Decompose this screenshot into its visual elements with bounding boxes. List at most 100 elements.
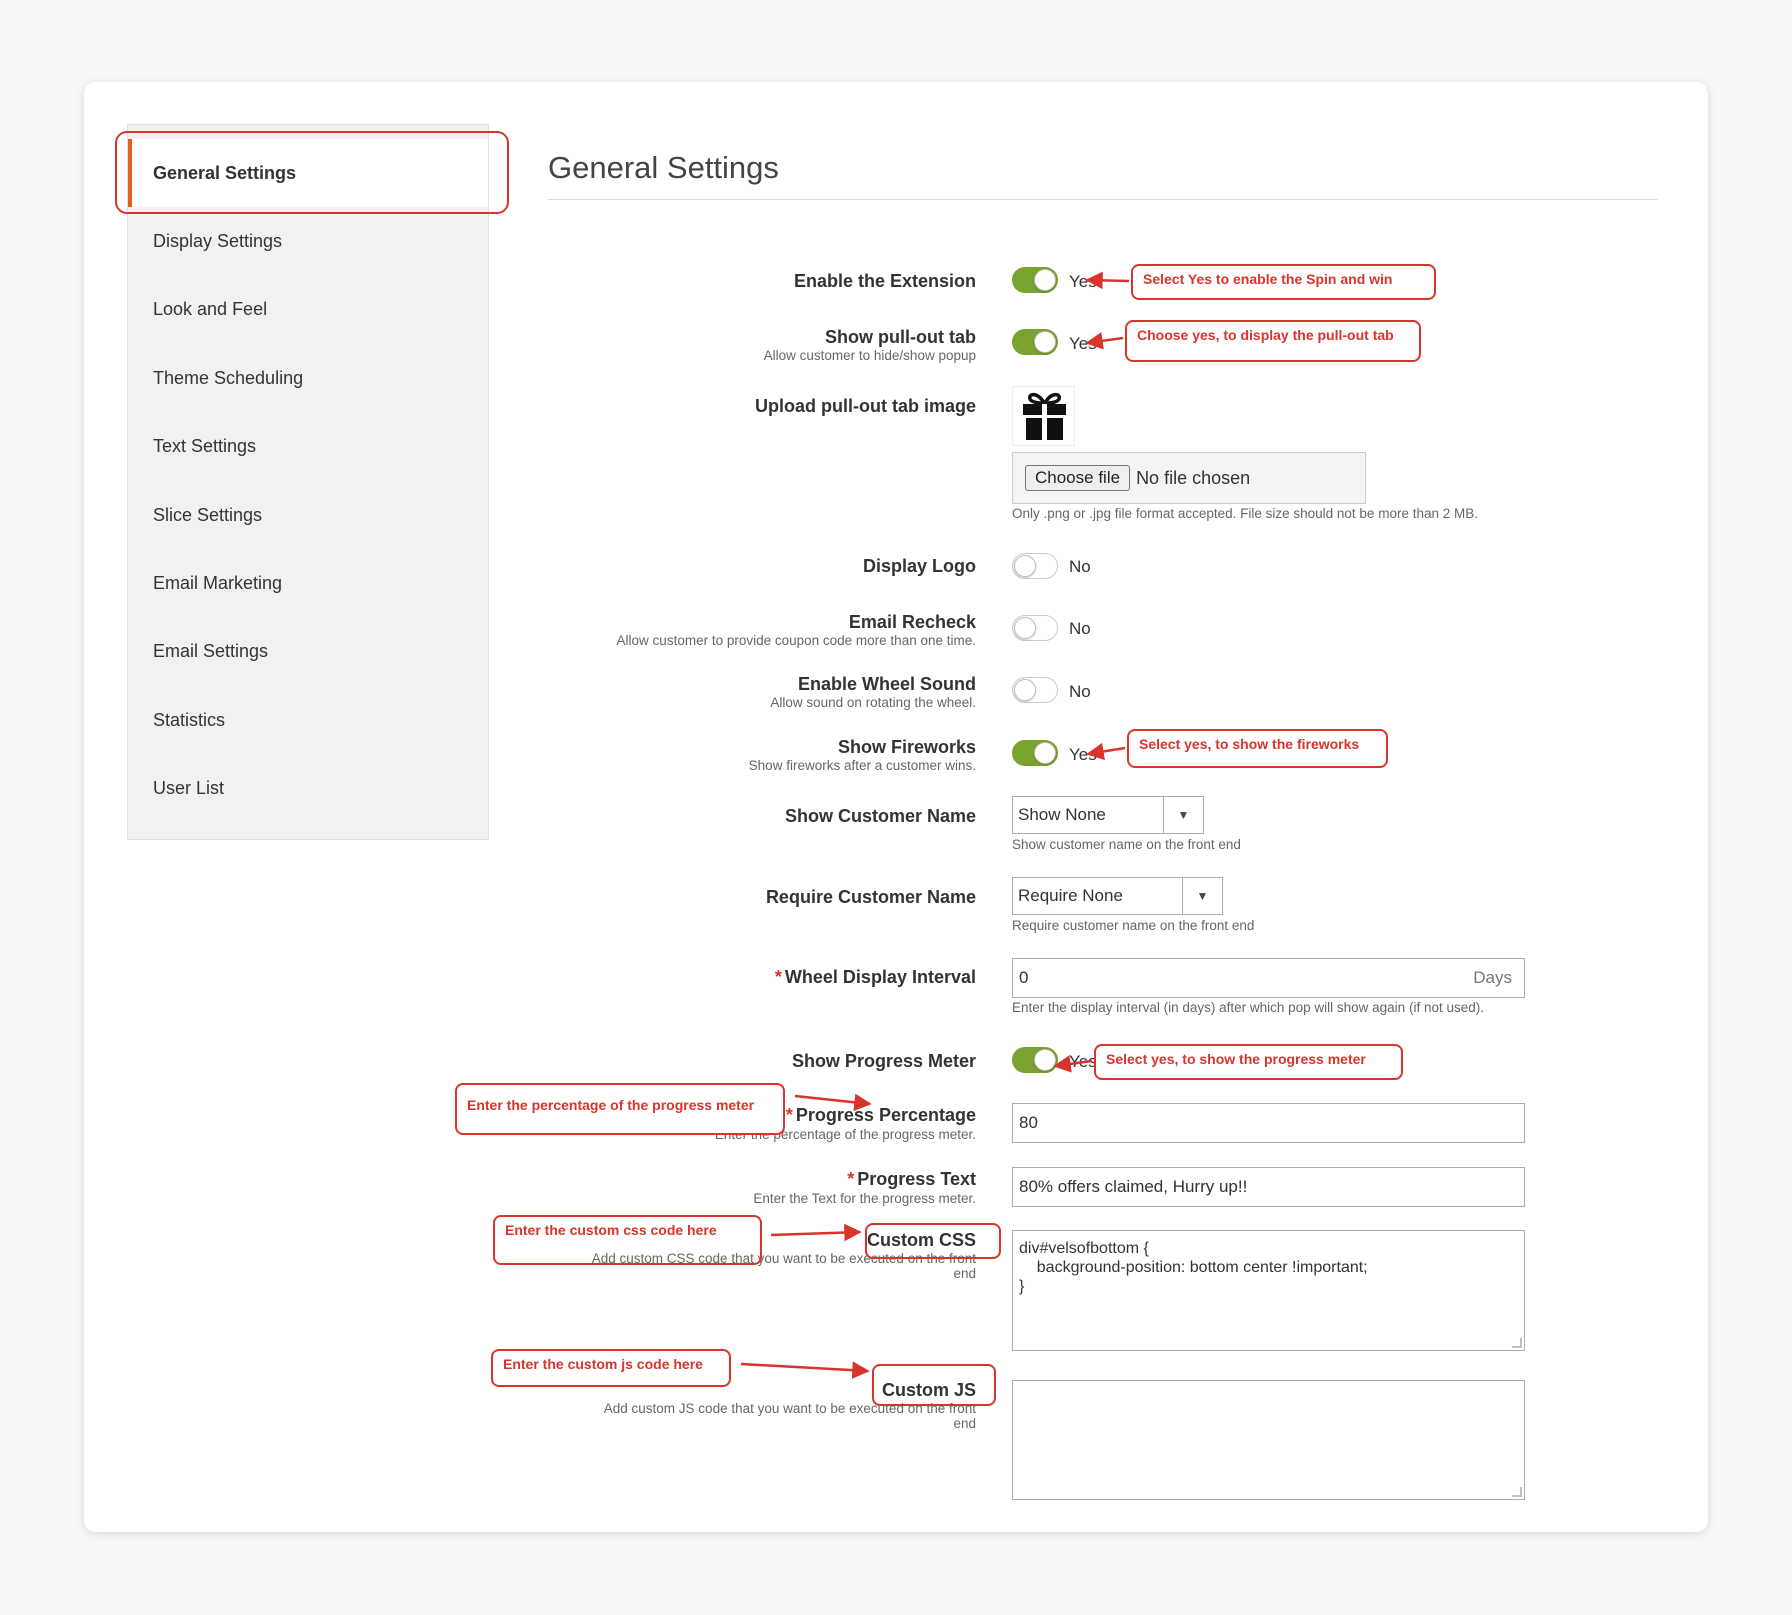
pullout-image-file-input: Choose file No file chosen — [1012, 452, 1366, 504]
custom-js-textarea[interactable] — [1012, 1380, 1525, 1500]
page-title: General Settings — [548, 150, 779, 185]
sidebar-item-label: Statistics — [153, 709, 226, 730]
sidebar-item-look-and-feel[interactable]: Look and Feel — [128, 275, 488, 343]
wheel-interval-label-text: Wheel Display Interval — [784, 967, 976, 987]
toggle-knob — [1034, 269, 1056, 291]
require-customer-name-label: Require Customer Name — [765, 887, 976, 907]
sidebar-item-label: Email Marketing — [153, 572, 283, 593]
sidebar-item-user-list[interactable]: User List — [128, 754, 488, 822]
fireworks-help: Show fireworks after a customer wins. — [748, 758, 976, 773]
display-logo-toggle[interactable] — [1012, 553, 1058, 579]
sidebar-item-label: Look and Feel — [153, 298, 268, 319]
toggle-knob — [1014, 679, 1036, 701]
annotation-enable: Select Yes to enable the Spin and win — [1131, 264, 1436, 300]
progress-text-input[interactable]: 80% offers claimed, Hurry up!! — [1012, 1167, 1525, 1207]
toggle-knob — [1014, 617, 1036, 639]
display-logo-state: No — [1069, 557, 1091, 576]
file-status: No file chosen — [1136, 467, 1251, 488]
progress-percentage-label: * Progress Percentage — [786, 1105, 976, 1126]
progress-text-label: * Progress Text — [847, 1169, 976, 1190]
resize-handle[interactable] — [1512, 1487, 1522, 1497]
progress-text-help: Enter the Text for the progress meter. — [753, 1191, 976, 1206]
fireworks-toggle[interactable] — [1012, 740, 1058, 766]
progress-percentage-input[interactable]: 80 — [1012, 1103, 1525, 1143]
enable-extension-state: Yes — [1069, 272, 1097, 291]
sidebar: General Settings Display Settings Look a… — [127, 124, 489, 840]
toggle-knob — [1034, 742, 1056, 764]
custom-css-label-highlight — [865, 1223, 1001, 1259]
email-recheck-help: Allow customer to provide coupon code mo… — [616, 633, 976, 648]
sidebar-highlight-annotation — [115, 131, 509, 214]
textarea-value: div#velsofbottom { background-position: … — [1019, 1240, 1368, 1295]
sidebar-item-display-settings[interactable]: Display Settings — [128, 207, 488, 275]
email-recheck-toggle[interactable] — [1012, 615, 1058, 641]
wheel-interval-label: * Wheel Display Interval — [775, 967, 976, 988]
progress-text-label-text: Progress Text — [857, 1169, 976, 1189]
wheel-interval-input[interactable]: 0 Days — [1012, 958, 1525, 998]
toggle-knob — [1034, 331, 1056, 353]
require-customer-name-select[interactable]: Require None ▼ — [1012, 877, 1223, 915]
pullout-tab-state: Yes — [1069, 334, 1097, 353]
enable-extension-toggle[interactable] — [1012, 267, 1058, 293]
annotation-custom-js: Enter the custom js code here — [491, 1349, 731, 1387]
required-marker: * — [847, 1169, 855, 1189]
wheel-sound-help: Allow sound on rotating the wheel. — [770, 695, 976, 710]
resize-handle[interactable] — [1512, 1338, 1522, 1348]
wheel-sound-state: No — [1069, 682, 1091, 701]
progress-meter-state: Yes — [1069, 1052, 1097, 1071]
sidebar-item-text-settings[interactable]: Text Settings — [128, 412, 488, 480]
caret-down-icon: ▼ — [1163, 797, 1203, 833]
email-recheck-state: No — [1069, 619, 1091, 638]
pullout-image-label: Upload pull-out tab image — [755, 396, 976, 416]
display-logo-label: Display Logo — [862, 556, 976, 576]
fireworks-state: Yes — [1069, 745, 1097, 764]
progress-meter-toggle[interactable] — [1012, 1047, 1058, 1073]
progress-percentage-label-text: Progress Percentage — [795, 1105, 976, 1125]
choose-file-button[interactable]: Choose file — [1025, 465, 1131, 491]
sidebar-item-label: Slice Settings — [153, 504, 263, 525]
wheel-sound-toggle[interactable] — [1012, 677, 1058, 703]
sidebar-item-label: Email Settings — [153, 640, 269, 661]
sidebar-item-email-marketing[interactable]: Email Marketing — [128, 549, 488, 617]
pullout-tab-toggle[interactable] — [1012, 329, 1058, 355]
sidebar-item-label: User List — [153, 777, 225, 798]
input-value: 0 — [1019, 968, 1029, 987]
gift-icon — [1012, 386, 1075, 446]
annotation-progress-percentage: Enter the percentage of the progress met… — [455, 1083, 785, 1135]
show-customer-name-label: Show Customer Name — [784, 806, 976, 826]
custom-css-textarea[interactable]: div#velsofbottom { background-position: … — [1012, 1230, 1525, 1351]
title-divider — [548, 199, 1658, 200]
toggle-knob — [1014, 555, 1036, 577]
annotation-progress-meter: Select yes, to show the progress meter — [1094, 1044, 1403, 1080]
input-value: 80 — [1019, 1113, 1038, 1132]
custom-js-help-end: end — [953, 1416, 976, 1431]
email-recheck-label: Email Recheck — [848, 612, 976, 632]
sidebar-item-label: Theme Scheduling — [153, 367, 304, 388]
progress-meter-label: Show Progress Meter — [791, 1051, 976, 1071]
sidebar-item-label: Display Settings — [153, 230, 283, 251]
sidebar-item-email-settings[interactable]: Email Settings — [128, 617, 488, 685]
pullout-tab-help: Allow customer to hide/show popup — [763, 348, 976, 363]
fireworks-label: Show Fireworks — [837, 737, 976, 757]
annotation-pullout: Choose yes, to display the pull-out tab — [1125, 320, 1421, 362]
show-customer-name-note: Show customer name on the front end — [1012, 837, 1241, 852]
annotation-fireworks: Select yes, to show the fireworks — [1127, 729, 1388, 768]
custom-css-help-end: end — [953, 1266, 976, 1281]
toggle-knob — [1034, 1049, 1056, 1071]
show-customer-name-select[interactable]: Show None ▼ — [1012, 796, 1204, 834]
custom-js-label-highlight — [872, 1364, 996, 1406]
required-marker: * — [774, 967, 782, 987]
pullout-image-note: Only .png or .jpg file format accepted. … — [1012, 506, 1478, 521]
sidebar-item-theme-scheduling[interactable]: Theme Scheduling — [128, 344, 488, 412]
select-value: Show None — [1018, 805, 1106, 824]
sidebar-item-label: Text Settings — [153, 435, 257, 456]
sidebar-item-statistics[interactable]: Statistics — [128, 686, 488, 754]
caret-down-icon: ▼ — [1182, 878, 1222, 914]
wheel-sound-label: Enable Wheel Sound — [797, 674, 976, 694]
wheel-interval-note: Enter the display interval (in days) aft… — [1012, 1000, 1484, 1015]
input-value: 80% offers claimed, Hurry up!! — [1019, 1177, 1248, 1196]
pullout-tab-label: Show pull-out tab — [825, 327, 976, 347]
sidebar-item-slice-settings[interactable]: Slice Settings — [128, 481, 488, 549]
required-marker: * — [785, 1105, 793, 1125]
enable-extension-label: Enable the Extension — [793, 271, 976, 291]
